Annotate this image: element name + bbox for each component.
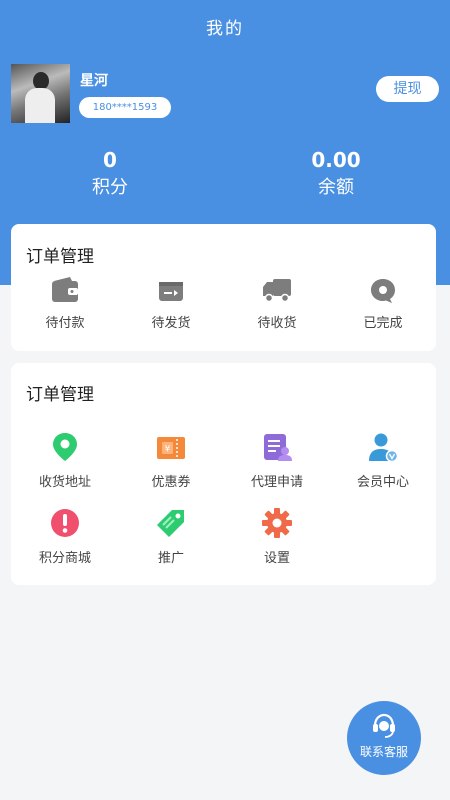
headset-icon	[373, 713, 395, 738]
order-item-pending-shipment[interactable]: 待发货	[126, 276, 216, 331]
exclamation-icon	[51, 509, 79, 537]
service-item-label: 设置	[263, 551, 290, 566]
balance-label: 余额	[318, 177, 354, 198]
location-pin-icon	[53, 433, 77, 461]
svg-text:¥: ¥	[165, 445, 171, 455]
tag-icon	[157, 510, 184, 537]
service-item-label: 收货地址	[38, 475, 91, 490]
services-card: 订单管理 收货地址 ¥ 优惠券 代理申请 会员中心 积分商城 推广 设置	[11, 363, 436, 585]
order-card-title: 订单管理	[26, 247, 94, 267]
chat-bubble-icon	[371, 279, 395, 303]
service-item-member-center[interactable]: 会员中心	[338, 431, 428, 490]
wallet-icon	[52, 277, 78, 302]
withdraw-button[interactable]: 提现	[376, 76, 439, 102]
services-card-title: 订单管理	[26, 385, 94, 405]
member-icon	[369, 433, 399, 463]
truck-icon	[263, 279, 291, 303]
order-management-card: 订单管理 待付款 待发货 待收货 已完成	[11, 224, 436, 351]
service-item-label: 代理申请	[250, 475, 303, 490]
service-item-settings[interactable]: 设置	[232, 507, 322, 566]
points-label: 积分	[92, 177, 128, 198]
avatar[interactable]	[11, 64, 70, 123]
balance-stat[interactable]: 0.00 余额	[266, 147, 406, 203]
package-icon	[159, 282, 183, 301]
phone-badge: 180****1593	[79, 97, 171, 118]
points-stat[interactable]: 0 积分	[40, 147, 180, 203]
order-item-completed[interactable]: 已完成	[338, 276, 428, 331]
username: 星河	[80, 73, 108, 89]
avatar-body	[25, 88, 55, 123]
service-item-label: 会员中心	[356, 475, 409, 490]
order-item-label: 待收货	[257, 316, 297, 331]
service-item-points-mall[interactable]: 积分商城	[20, 507, 110, 566]
service-item-coupon[interactable]: ¥ 优惠券	[126, 431, 216, 490]
order-item-label: 已完成	[363, 316, 403, 331]
service-item-promotion[interactable]: 推广	[126, 507, 216, 566]
balance-value: 0.00	[311, 148, 361, 172]
page-title: 我的	[206, 19, 244, 39]
customer-service-button[interactable]: 联系客服	[347, 701, 421, 775]
order-item-label: 待付款	[45, 316, 85, 331]
service-item-agent-application[interactable]: 代理申请	[232, 431, 322, 490]
points-value: 0	[103, 148, 117, 172]
order-item-pending-payment[interactable]: 待付款	[20, 276, 110, 331]
service-item-label: 优惠券	[151, 475, 191, 490]
service-item-label: 积分商城	[38, 551, 91, 566]
service-item-shipping-address[interactable]: 收货地址	[20, 431, 110, 490]
gear-icon	[262, 508, 292, 538]
order-item-pending-receipt[interactable]: 待收货	[232, 276, 322, 331]
order-item-label: 待发货	[151, 316, 191, 331]
service-item-label: 推广	[157, 551, 184, 566]
agent-apply-icon	[264, 434, 292, 461]
coupon-icon: ¥	[157, 437, 185, 459]
customer-service-label: 联系客服	[359, 745, 408, 759]
